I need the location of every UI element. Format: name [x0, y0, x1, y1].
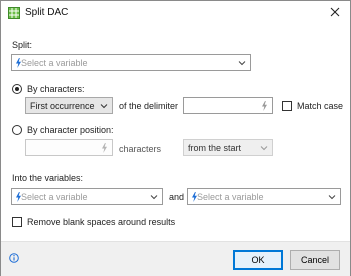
occurrence-select[interactable]: First occurrence [25, 97, 113, 114]
chevron-down-icon [260, 146, 268, 151]
occurrence-value: First occurrence [30, 101, 95, 111]
variable-icon[interactable] [101, 143, 108, 153]
dialog-footer: OK Cancel [1, 241, 350, 276]
match-case-label: Match case [297, 101, 344, 111]
second-variable-select[interactable]: Select a variable [187, 188, 341, 205]
and-label: and [169, 192, 185, 202]
variable-icon[interactable] [261, 101, 268, 111]
by-characters-label: By characters: [27, 84, 85, 94]
remove-blanks-label: Remove blank spaces around results [27, 217, 176, 227]
chevron-down-icon [328, 195, 336, 200]
chevron-down-icon [100, 104, 108, 109]
split-variable-select[interactable]: Select a variable [11, 54, 251, 71]
direction-select[interactable]: from the start [183, 139, 273, 156]
first-variable-placeholder: Select a variable [21, 192, 88, 202]
characters-label: characters [119, 144, 162, 154]
info-icon[interactable] [9, 253, 19, 263]
close-icon[interactable] [327, 4, 343, 20]
second-variable-placeholder: Select a variable [197, 192, 264, 202]
first-variable-select[interactable]: Select a variable [11, 188, 163, 205]
match-case-checkbox[interactable] [282, 101, 292, 111]
split-label: Split: [12, 40, 33, 50]
split-variable-placeholder: Select a variable [21, 58, 88, 68]
into-variables-label: Into the variables: [12, 173, 84, 183]
window-title: Split DAC [25, 7, 69, 18]
by-characters-radio[interactable] [12, 84, 22, 94]
cancel-button[interactable]: Cancel [290, 250, 340, 270]
chevron-down-icon [238, 61, 246, 66]
dialog-window: Split DAC Split: Select a variable By ch… [0, 0, 351, 276]
by-position-radio[interactable] [12, 125, 22, 135]
direction-value: from the start [188, 143, 242, 153]
delimiter-input[interactable] [183, 97, 273, 114]
ok-button[interactable]: OK [233, 250, 283, 270]
by-position-label: By character position: [27, 125, 114, 135]
position-input[interactable] [25, 139, 113, 156]
split-dac-icon [8, 7, 20, 19]
title-bar: Split DAC [1, 1, 350, 25]
remove-blanks-checkbox[interactable] [12, 217, 22, 227]
of-delimiter-label: of the delimiter [119, 101, 179, 111]
chevron-down-icon [150, 195, 158, 200]
